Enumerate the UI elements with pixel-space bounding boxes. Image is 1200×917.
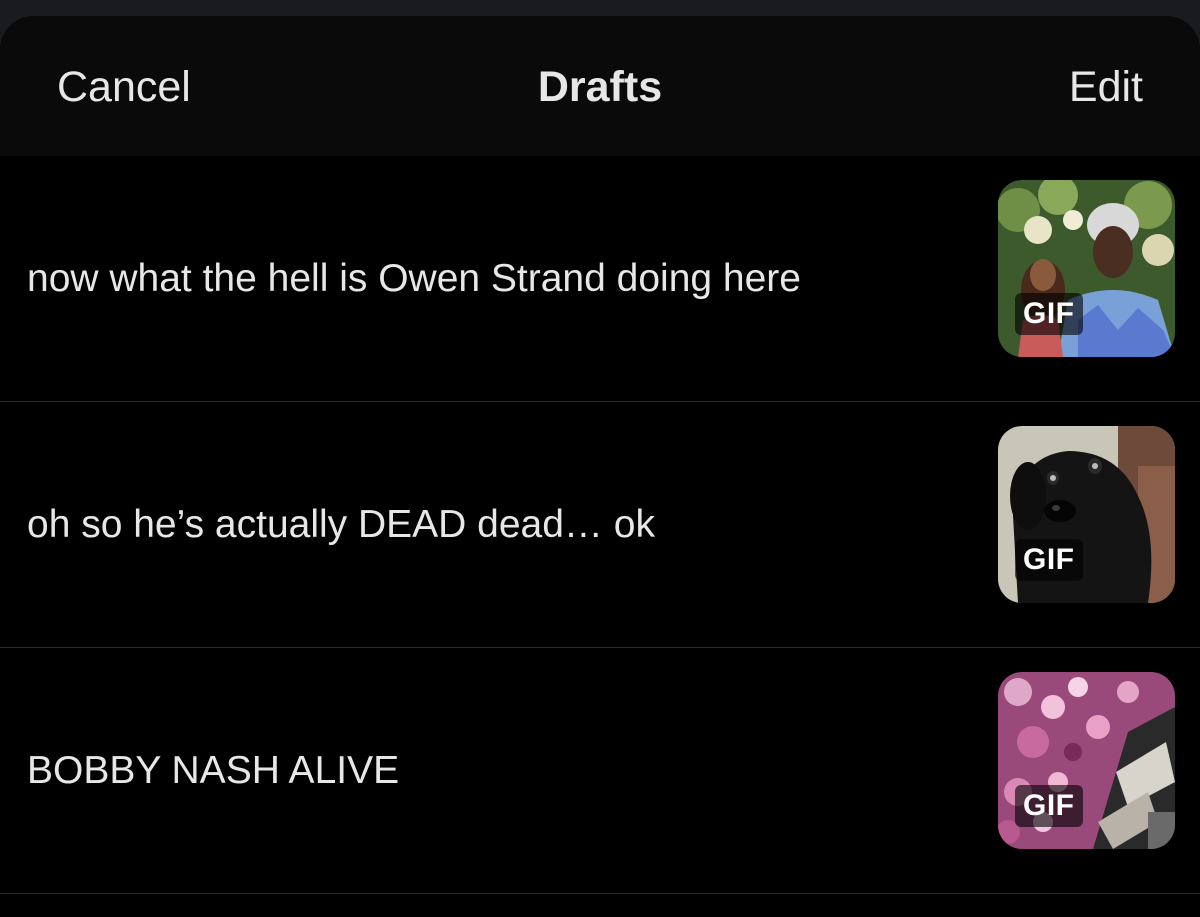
drafts-list: now what the hell is Owen Strand doing h… — [0, 156, 1200, 894]
gif-thumbnail-women-icon[interactable]: GIF — [998, 180, 1175, 357]
draft-row[interactable]: now what the hell is Owen Strand doing h… — [0, 156, 1200, 402]
gif-badge: GIF — [1015, 293, 1083, 335]
draft-text: oh so he’s actually DEAD dead… ok — [27, 502, 655, 546]
drafts-sheet: Cancel Drafts Edit now what the hell is … — [0, 16, 1200, 917]
gif-thumbnail-confetti-icon[interactable]: GIF — [998, 672, 1175, 849]
draft-row[interactable]: oh so he’s actually DEAD dead… ok GIF — [0, 402, 1200, 648]
gif-badge: GIF — [1015, 539, 1083, 581]
gif-thumbnail-dog-icon[interactable]: GIF — [998, 426, 1175, 603]
gif-badge: GIF — [1015, 785, 1083, 827]
draft-row[interactable]: BOBBY NASH ALIVE GIF — [0, 648, 1200, 894]
draft-text: BOBBY NASH ALIVE — [27, 748, 400, 792]
draft-text: now what the hell is Owen Strand doing h… — [27, 256, 801, 300]
nav-bar: Cancel Drafts Edit — [0, 16, 1200, 156]
page-title: Drafts — [537, 63, 663, 111]
edit-button[interactable]: Edit — [1069, 63, 1143, 112]
